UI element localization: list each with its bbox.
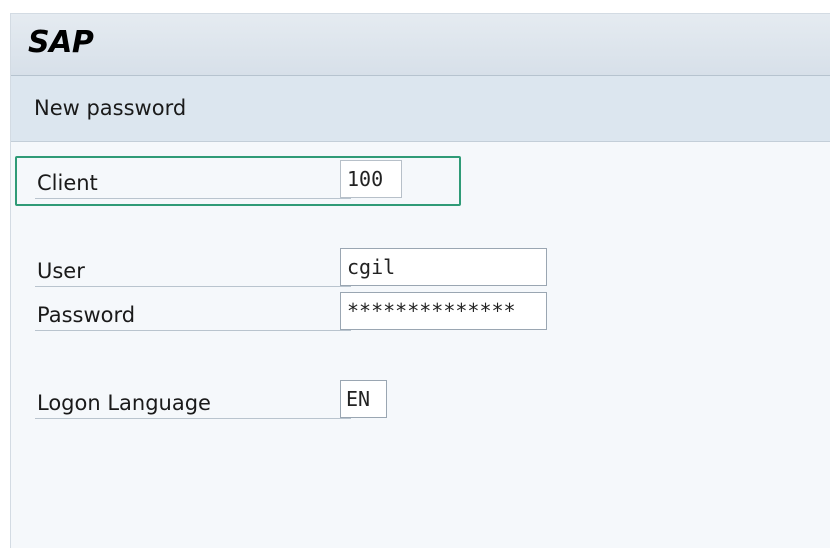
- page-title: New password: [34, 96, 187, 120]
- password-field[interactable]: **************: [340, 292, 547, 330]
- user-row: User: [35, 252, 351, 287]
- logon-language-label: Logon Language: [37, 391, 211, 415]
- logon-language-field[interactable]: EN: [340, 380, 387, 418]
- sap-logon-window: SAP New password Client 100 User cgil Pa…: [10, 13, 830, 548]
- app-header: SAP: [11, 14, 830, 76]
- logon-language-row: Logon Language: [35, 384, 351, 419]
- user-label: User: [37, 259, 85, 283]
- title-bar: New password: [11, 76, 830, 142]
- client-row: Client: [35, 164, 351, 199]
- client-field[interactable]: 100: [340, 160, 402, 198]
- client-label: Client: [37, 171, 98, 195]
- password-label: Password: [37, 303, 136, 327]
- user-field[interactable]: cgil: [340, 248, 547, 286]
- password-row: Password: [35, 295, 351, 331]
- sap-logo: SAP: [28, 25, 94, 60]
